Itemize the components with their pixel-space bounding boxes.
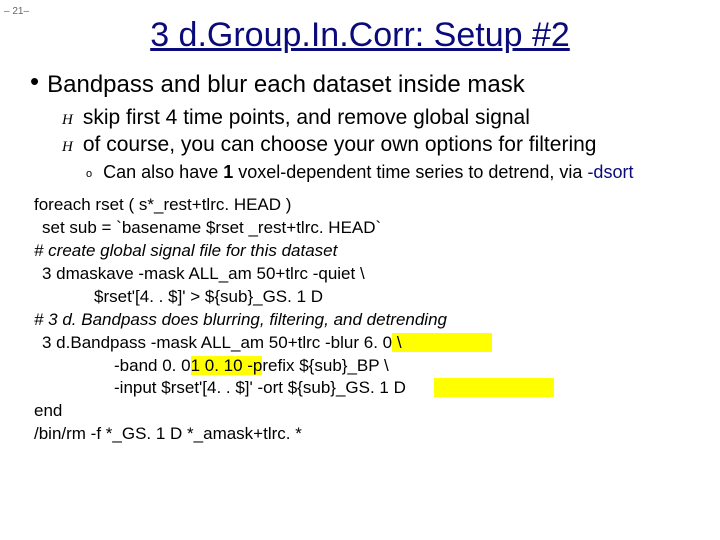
code-line-7a: 3 d.Bandpass -mask ALL_am 50+tlrc -blur …	[34, 332, 392, 355]
sublist: skip first 4 time points, and remove glo…	[62, 104, 700, 159]
subsub-dsort: -dsort	[587, 162, 633, 182]
sublist-item-1: skip first 4 time points, and remove glo…	[62, 104, 700, 131]
code-line-1: foreach rset ( s*_rest+tlrc. HEAD )	[34, 194, 700, 217]
code-line-8a: -band 0. 0	[34, 355, 191, 378]
code-line-4: 3 dmaskave -mask ALL_am 50+tlrc -quiet \	[34, 263, 365, 286]
code-line-5: $rset'[4. . $]' > ${sub}_GS. 1 D	[34, 286, 323, 309]
code-line-11: /bin/rm -f *_GS. 1 D *_amask+tlrc. *	[34, 423, 700, 446]
code-line-9a: -input $rset'[4. . $]' -ort ${sub}_GS. 1…	[34, 377, 406, 400]
code-line-9-highlight	[434, 378, 554, 397]
subsub-text-pre: Can also have	[103, 162, 223, 182]
code-comment-2: # 3 d. Bandpass does blurring, filtering…	[34, 309, 700, 332]
page-number: – 21–	[4, 6, 29, 17]
code-line-8c: refix ${sub}_BP \	[262, 356, 388, 375]
code-block: foreach rset ( s*_rest+tlrc. HEAD ) set …	[34, 194, 700, 446]
sub-sub-item: Can also have 1 voxel-dependent time ser…	[86, 161, 700, 184]
code-line-8-highlight: 1 0. 10 -p	[191, 356, 263, 375]
bullet-main: Bandpass and blur each dataset inside ma…	[30, 65, 700, 100]
slide-title: 3 d.Group.In.Corr: Setup #2	[20, 16, 700, 55]
code-line-2: set sub = `basename $rset _rest+tlrc. HE…	[34, 217, 381, 240]
subsub-bold: 1	[223, 162, 233, 182]
subsub-text-mid: voxel-dependent time series to detrend, …	[233, 162, 587, 182]
code-line-7-highlight: \	[392, 333, 491, 352]
code-line-10: end	[34, 400, 700, 423]
sublist-item-2: of course, you can choose your own optio…	[62, 131, 700, 158]
code-comment-1: # create global signal file for this dat…	[34, 240, 700, 263]
